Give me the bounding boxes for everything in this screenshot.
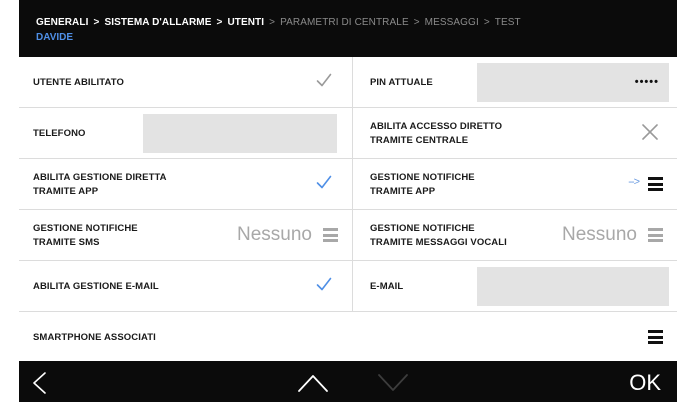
scroll-down-button[interactable] xyxy=(378,374,408,392)
email-label: E-MAIL xyxy=(370,280,404,292)
breadcrumb-separator: > xyxy=(93,17,100,28)
notifiche-vocali-label: GESTIONE NOTIFICHE TRAMITE MESSAGGI VOCA… xyxy=(370,222,507,248)
utente-abilitato-toggle[interactable]: UTENTE ABILITATO xyxy=(19,57,353,108)
breadcrumb-item-utenti[interactable]: UTENTI xyxy=(227,17,264,28)
footer-bar: OK xyxy=(19,361,677,402)
accesso-diretto-toggle[interactable]: ABILITA ACCESSO DIRETTO TRAMITE CENTRALE xyxy=(353,108,677,159)
checkmark-icon xyxy=(316,73,332,87)
header-bar: GENERALI > SISTEMA D'ALLARME > UTENTI > PARAME… xyxy=(19,0,677,57)
gestione-email-label: ABILITA GESTIONE E-MAIL xyxy=(33,280,159,292)
scroll-up-button[interactable] xyxy=(298,374,328,392)
notifiche-sms-value: Nessuno xyxy=(237,224,312,245)
telefono-cell: TELEFONO xyxy=(19,108,353,159)
breadcrumb-item-parametri-centrale[interactable]: PARAMETRI DI CENTRALE xyxy=(280,17,409,28)
breadcrumb-separator: > xyxy=(216,17,223,28)
checkmark-icon xyxy=(316,277,332,291)
notifiche-app-cell[interactable]: GESTIONE NOTIFICHE TRAMITE APP --> xyxy=(353,159,677,210)
user-name: DAVIDE xyxy=(36,32,74,43)
breadcrumb-item-messaggi[interactable]: MESSAGGI xyxy=(425,17,479,28)
breadcrumb-separator: > xyxy=(269,17,276,28)
settings-row: SMARTPHONE ASSOCIATI xyxy=(19,312,677,363)
telefono-field[interactable] xyxy=(143,114,337,153)
pin-value: ••••• xyxy=(634,76,659,88)
settings-row: ABILITA GESTIONE DIRETTA TRAMITE APP GES… xyxy=(19,159,677,210)
gestione-diretta-app-toggle[interactable]: ABILITA GESTIONE DIRETTA TRAMITE APP xyxy=(19,159,353,210)
breadcrumb-item-generali[interactable]: GENERALI xyxy=(36,17,88,28)
notifiche-vocali-select[interactable]: GESTIONE NOTIFICHE TRAMITE MESSAGGI VOCA… xyxy=(353,210,677,261)
arrow-hint: --> xyxy=(628,176,640,188)
breadcrumb: GENERALI > SISTEMA D'ALLARME > UTENTI > PARAME… xyxy=(36,17,521,28)
accesso-diretto-label: ABILITA ACCESSO DIRETTO TRAMITE CENTRALE xyxy=(370,120,503,146)
utente-abilitato-label: UTENTE ABILITATO xyxy=(33,76,124,88)
back-button[interactable] xyxy=(31,372,47,394)
hamburger-icon[interactable] xyxy=(648,228,663,242)
settings-row: GESTIONE NOTIFICHE TRAMITE SMS Nessuno G… xyxy=(19,210,677,261)
chevron-down-icon xyxy=(378,374,408,391)
x-icon xyxy=(642,124,658,140)
breadcrumb-item-sistema-allarme[interactable]: SISTEMA D'ALLARME xyxy=(104,17,211,28)
telefono-label: TELEFONO xyxy=(33,127,86,139)
notifiche-vocali-value: Nessuno xyxy=(562,224,637,245)
hamburger-icon[interactable] xyxy=(648,177,663,191)
settings-row: UTENTE ABILITATO PIN ATTUALE ••••• xyxy=(19,57,677,108)
ok-button[interactable]: OK xyxy=(629,370,661,396)
settings-row: TELEFONO ABILITA ACCESSO DIRETTO TRAMITE… xyxy=(19,108,677,159)
smartphone-associati-label: SMARTPHONE ASSOCIATI xyxy=(33,331,156,343)
notifiche-sms-select[interactable]: GESTIONE NOTIFICHE TRAMITE SMS Nessuno xyxy=(19,210,353,261)
chevron-left-icon xyxy=(33,372,46,394)
email-field[interactable] xyxy=(477,267,669,306)
checkmark-icon xyxy=(316,175,332,189)
settings-row: ABILITA GESTIONE E-MAIL E-MAIL xyxy=(19,261,677,312)
pin-field[interactable]: ••••• xyxy=(477,63,669,102)
notifiche-sms-label: GESTIONE NOTIFICHE TRAMITE SMS xyxy=(33,222,138,248)
email-cell: E-MAIL xyxy=(353,261,677,312)
settings-grid: UTENTE ABILITATO PIN ATTUALE ••••• TELEF… xyxy=(19,57,677,363)
gestione-diretta-app-label: ABILITA GESTIONE DIRETTA TRAMITE APP xyxy=(33,171,167,197)
breadcrumb-separator: > xyxy=(413,17,420,28)
breadcrumb-item-test[interactable]: TEST xyxy=(495,17,521,28)
hamburger-icon[interactable] xyxy=(648,330,663,344)
chevron-up-icon xyxy=(298,375,328,392)
pin-attuale-cell: PIN ATTUALE ••••• xyxy=(353,57,677,108)
smartphone-associati-row[interactable]: SMARTPHONE ASSOCIATI xyxy=(19,312,677,363)
gestione-email-toggle[interactable]: ABILITA GESTIONE E-MAIL xyxy=(19,261,353,312)
pin-attuale-label: PIN ATTUALE xyxy=(370,76,433,88)
breadcrumb-separator: > xyxy=(483,17,490,28)
hamburger-icon[interactable] xyxy=(323,228,338,242)
notifiche-app-label: GESTIONE NOTIFICHE TRAMITE APP xyxy=(370,171,475,197)
